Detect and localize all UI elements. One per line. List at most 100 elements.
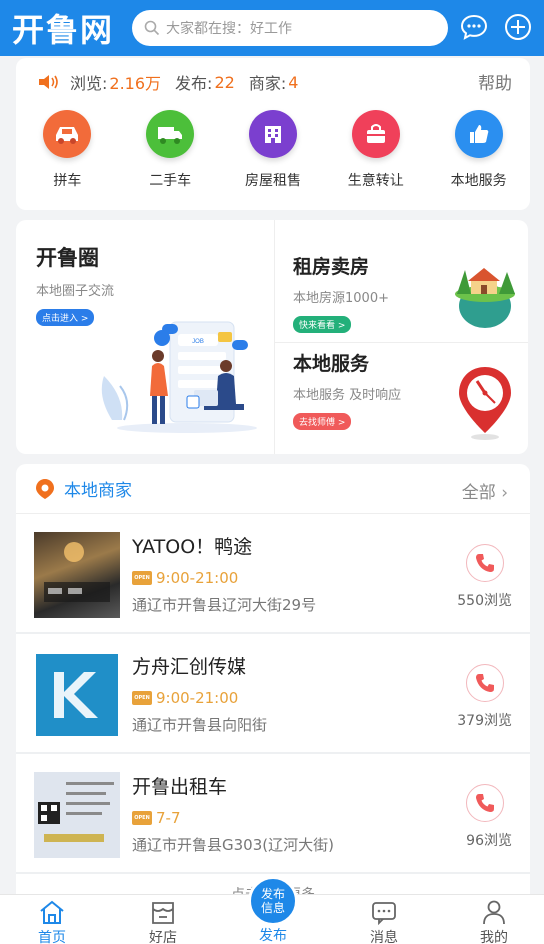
merchants-header: 本地商家 全部 › [16,464,530,514]
merchants-label: 商家: [248,74,287,93]
feature-rent[interactable]: 租房卖房 本地房源1000+ 快来看看 > [275,220,528,342]
feature-rent-subtitle: 本地房源1000+ [293,291,389,306]
tab-mine[interactable]: 我的 [454,899,534,944]
category-label: 二手车 [149,173,192,189]
category-local-service[interactable]: 本地服务 [427,110,530,190]
feature-panel: 开鲁圈 本地圈子交流 点击进入 > JOB 租房卖房 本地房源1000+ 快来看… [16,220,528,454]
stats-row: 浏览: 2.16万 发布: 22 商家: 4 [38,70,312,94]
tab-publish[interactable]: 发布 [233,925,313,944]
publish-button-line1: 发布 [260,887,285,901]
merchant-name: YATOO！鸭途 [132,536,253,558]
home-icon [40,900,64,924]
speaker-icon [39,75,58,89]
tab-label: 消息 [370,930,398,944]
category-business-transfer[interactable]: 生意转让 [324,110,427,190]
phone-icon [476,794,494,812]
svg-text:JOB: JOB [192,339,204,345]
app-header: 开鲁网 大家都在搜：好工作 [0,0,544,56]
category-label: 生意转让 [347,173,404,189]
feature-service[interactable]: 本地服务 本地服务 及时响应 去找师傅 > [275,343,528,454]
tab-messages[interactable]: 消息 [344,899,424,944]
feature-rent-title: 租房卖房 [293,256,370,278]
search-icon [144,20,160,36]
chat-icon[interactable] [459,12,489,42]
shopping-bag-icon [351,110,400,158]
merchant-hours-value: 9:00-21:00 [156,689,239,707]
feature-service-title: 本地服务 [293,353,370,375]
views-value: 2.16万 [109,74,162,93]
stats-card: 浏览: 2.16万 发布: 22 商家: 4 帮助 拼车 二手车 房屋租售 生意… [16,58,530,210]
tab-label: 我的 [480,930,508,944]
add-icon[interactable] [503,12,533,42]
category-label: 房屋租售 [244,173,301,189]
location-pin-icon [459,367,511,440]
car-icon [43,110,92,158]
publish-button[interactable]: 发布 信息 [248,876,298,926]
merchant-views: 550浏览 [457,593,512,609]
feature-circle-title: 开鲁圈 [36,246,99,270]
phone-icon [476,554,494,572]
merchants-title: 本地商家 [64,481,132,501]
merchant-item[interactable]: 方舟汇创传媒 OPEN 9:00-21:00 通辽市开鲁县向阳街 379浏览 [16,634,530,754]
merchant-hours: OPEN 9:00-21:00 [132,689,238,707]
tab-label: 发布 [259,928,287,944]
merchant-thumbnail [34,652,120,738]
building-icon [248,110,297,158]
local-merchants-section: 本地商家 全部 › YATOO！鸭途 OPEN 9:00-21:00 通辽市开鲁… [16,464,530,894]
truck-icon [146,110,195,158]
search-input[interactable]: 大家都在搜：好工作 [132,10,448,46]
category-label: 拼车 [53,173,82,189]
open-icon: OPEN [132,571,152,585]
tab-shops[interactable]: 好店 [123,899,203,944]
merchant-hours: OPEN 9:00-21:00 [132,569,238,587]
merchant-address: 通辽市开鲁县G303(辽河大街) [132,836,334,854]
feature-circle[interactable]: 开鲁圈 本地圈子交流 点击进入 > JOB [16,220,274,454]
help-link[interactable]: 帮助 [478,69,512,94]
posts-label: 发布: [175,74,213,93]
phone-call-button[interactable] [466,664,504,702]
merchant-views: 96浏览 [466,833,512,849]
open-icon: OPEN [132,811,152,825]
publish-button-line2: 信息 [260,901,285,915]
merchant-thumbnail [34,532,120,618]
message-icon [372,902,396,925]
feature-service-subtitle: 本地服务 及时响应 [293,388,402,403]
phone-call-button[interactable] [466,544,504,582]
view-all-label: 全部 [461,483,496,503]
views-label: 浏览: [70,74,108,93]
merchant-name: 开鲁出租车 [132,776,228,798]
merchant-address: 通辽市开鲁县向阳街 [132,716,268,734]
open-icon: OPEN [132,691,152,705]
category-housing[interactable]: 房屋租售 [222,110,325,190]
merchants-value: 4 [288,72,299,92]
merchant-hours-value: 7-7 [156,809,181,827]
merchant-item[interactable]: YATOO！鸭途 OPEN 9:00-21:00 通辽市开鲁县辽河大街29号 5… [16,514,530,634]
merchant-hours-value: 9:00-21:00 [156,569,239,587]
merchant-address: 通辽市开鲁县辽河大街29号 [132,596,317,614]
app-logo: 开鲁网 [12,11,115,49]
house-island-icon [455,268,515,328]
phone-call-button[interactable] [466,784,504,822]
category-label: 本地服务 [450,173,507,189]
phone-icon [476,674,494,692]
thumbs-up-icon [454,110,503,158]
feature-circle-button[interactable]: 点击进入 > [36,309,95,326]
feature-circle-subtitle: 本地圈子交流 [36,284,115,299]
tab-label: 好店 [149,930,177,944]
store-icon [152,902,174,924]
merchant-views: 379浏览 [457,713,512,729]
posts-value: 22 [214,72,235,92]
community-illustration: JOB [101,321,257,433]
user-icon [483,900,505,925]
category-used-car[interactable]: 二手车 [119,110,222,190]
feature-rent-button[interactable]: 快来看看 > [293,316,352,333]
category-carpool[interactable]: 拼车 [16,110,119,190]
merchant-item[interactable]: 开鲁出租车 OPEN 7-7 通辽市开鲁县G303(辽河大街) 96浏览 [16,754,530,874]
merchant-hours: OPEN 7-7 [132,809,181,827]
view-all-link[interactable]: 全部 › [462,478,508,503]
tab-home[interactable]: 首页 [12,899,92,944]
category-grid: 拼车 二手车 房屋租售 生意转让 本地服务 [16,110,530,190]
chevron-right-icon: › [501,483,508,503]
feature-service-button[interactable]: 去找师傅 > [293,413,352,430]
search-placeholder: 大家都在搜：好工作 [166,21,292,37]
